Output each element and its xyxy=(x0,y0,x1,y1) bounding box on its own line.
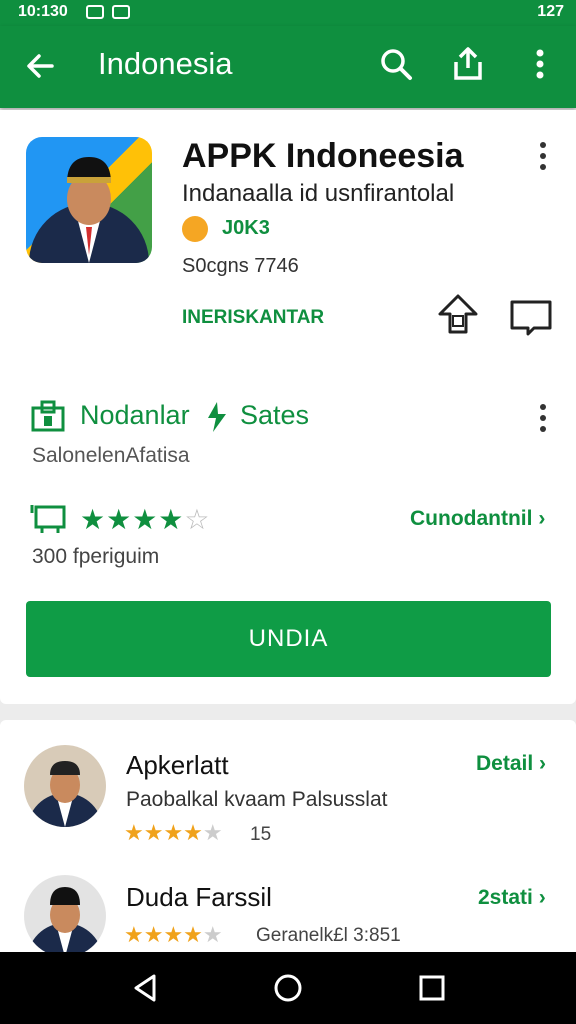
person-avatar-icon xyxy=(27,887,103,957)
list-item-stars: ★★★★★ xyxy=(124,922,223,947)
list-item-title[interactable]: Apkerlatt xyxy=(126,750,229,781)
list-item-meta: Geranelk£l 3:851 xyxy=(256,925,401,946)
nav-back-icon[interactable] xyxy=(130,972,162,1004)
person-avatar-icon xyxy=(27,761,103,827)
section-title-tag: Sates xyxy=(240,400,310,430)
app-size: S0cgns 7746 xyxy=(182,255,299,277)
back-arrow-icon[interactable] xyxy=(22,48,58,84)
rating-link[interactable]: Cunodantnil › xyxy=(410,507,545,531)
list-item-link[interactable]: 2stati › xyxy=(478,886,546,910)
developer-badge-icon xyxy=(182,216,208,242)
section-title: Nodanlar xyxy=(80,400,190,430)
gift-icon xyxy=(208,402,226,432)
search-icon[interactable] xyxy=(376,44,416,84)
share-icon[interactable] xyxy=(448,44,488,84)
list-item-link[interactable]: Detail › xyxy=(476,752,546,776)
app-name: APPK Indoneesia xyxy=(182,137,464,175)
page-title: Indonesia xyxy=(98,46,233,81)
upload-icon[interactable] xyxy=(436,292,480,338)
store-icon xyxy=(31,400,65,432)
nav-home-icon[interactable] xyxy=(272,972,304,1004)
status-time: 10:130 xyxy=(18,3,68,20)
battery-text: 127 xyxy=(537,3,564,20)
list-item-title[interactable]: Duda Farssil xyxy=(126,882,272,913)
app-subtitle: Indanaalla id usnfirantolal xyxy=(182,180,455,207)
device-icon xyxy=(30,505,66,533)
developer-name: J0K3 xyxy=(222,217,270,239)
app-overflow-icon[interactable] xyxy=(537,142,549,174)
mail-icon xyxy=(86,5,104,19)
status-bar: 10:130 127 xyxy=(0,0,576,26)
message-icon xyxy=(112,5,130,19)
person-portrait-icon xyxy=(29,157,149,263)
rating-count: 300 fperiguim xyxy=(32,545,160,568)
nav-recents-icon[interactable] xyxy=(416,972,448,1004)
section-subtitle: SalonelenAfatisa xyxy=(32,444,190,467)
section-overflow-icon[interactable] xyxy=(537,404,549,436)
bookmark-icon[interactable] xyxy=(508,296,554,336)
app-icon xyxy=(26,137,152,263)
list-item-subtitle: Paobalkal kvaam Palsusslat xyxy=(126,788,388,811)
system-nav-bar xyxy=(0,952,576,1024)
list-item-stars: ★★★★★ xyxy=(124,820,223,845)
app-bar: Indonesia xyxy=(0,26,576,108)
install-button-label: UNDIA xyxy=(248,625,329,652)
avatar[interactable] xyxy=(24,745,106,827)
rating-stars: ★★★★☆ xyxy=(80,504,211,535)
avatar[interactable] xyxy=(24,875,106,957)
install-button[interactable]: UNDIA xyxy=(26,601,551,677)
list-item-meta: 15 xyxy=(250,824,272,845)
more-vert-icon[interactable] xyxy=(520,44,560,84)
install-link[interactable]: INERISKANTAR xyxy=(182,307,324,329)
